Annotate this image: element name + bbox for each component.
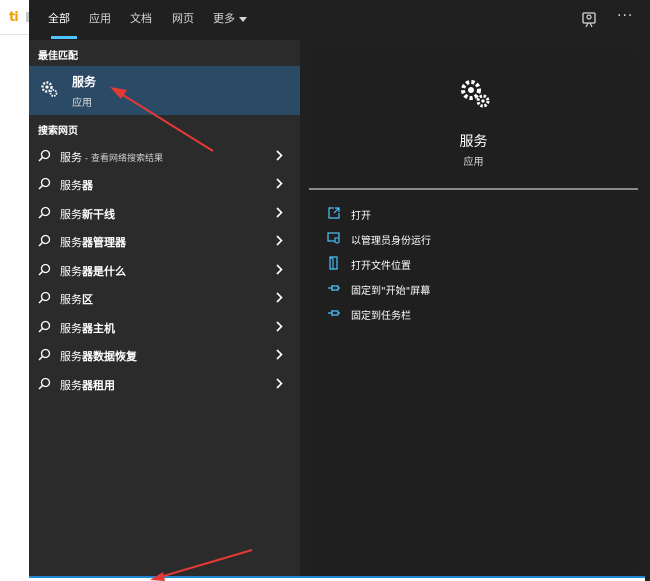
query-text: 服务 — [60, 179, 82, 192]
browser-logo: ti — [9, 10, 19, 25]
chevron-right-icon — [276, 235, 283, 246]
query-text: 服务 — [60, 236, 82, 249]
search-icon — [38, 149, 51, 162]
search-input[interactable] — [29, 576, 645, 581]
tab-apps[interactable]: 应用 — [89, 0, 111, 40]
more-options-button[interactable]: ··· — [617, 8, 633, 24]
web-search-item[interactable]: 服务新干线 — [29, 199, 300, 227]
web-search-item[interactable]: 服务区 — [29, 284, 300, 312]
query-text: 服务 — [60, 322, 82, 335]
web-search-item[interactable]: 服务器租用 — [29, 370, 300, 398]
suggestion-text: 器数据恢复 — [82, 350, 137, 363]
chevron-right-icon — [276, 378, 283, 389]
chevron-right-icon — [276, 150, 283, 161]
tab-documents[interactable]: 文档 — [130, 0, 152, 40]
detail-pane: 服务 应用 打开 以管理员身份运行 打开文件位置 固定到"开始"屏幕 固定到任务… — [309, 49, 638, 574]
query-text: 服务 — [60, 379, 82, 392]
query-text: 服务 — [60, 208, 82, 221]
web-search-item[interactable]: 服务器管理器 — [29, 227, 300, 255]
filter-tab-bar: 全部 应用 文档 网页 更多 ··· — [29, 0, 650, 40]
detail-title: 服务 — [459, 134, 488, 150]
search-icon — [38, 206, 51, 219]
best-match-item[interactable]: 服务 应用 — [29, 66, 300, 115]
search-icon — [38, 263, 51, 276]
query-text: 服务 — [60, 350, 82, 363]
folder-icon — [329, 256, 338, 270]
feedback-icon[interactable] — [579, 10, 599, 30]
search-icon — [38, 320, 51, 333]
query-text: 服务 — [60, 151, 82, 164]
results-pane: 最佳匹配 服务 应用 搜索网页 服务 - 查看网络搜索结果 服务器 服务新干线 — [29, 40, 300, 581]
tab-all[interactable]: 全部 — [48, 0, 70, 40]
search-icon — [38, 348, 51, 361]
suggestion-text: 器是什么 — [82, 265, 126, 278]
search-icon — [38, 377, 51, 390]
web-search-item[interactable]: 服务器数据恢复 — [29, 341, 300, 369]
web-search-item[interactable]: 服务器是什么 — [29, 256, 300, 284]
query-text: 服务 — [60, 293, 82, 306]
best-match-title: 服务 — [72, 75, 97, 89]
detail-subtitle: 应用 — [463, 157, 484, 168]
web-search-item[interactable]: 服务器 — [29, 170, 300, 198]
open-file-location-label: 打开文件位置 — [351, 261, 411, 272]
search-icon — [38, 234, 51, 247]
best-match-subtitle: 应用 — [72, 98, 92, 109]
chevron-right-icon — [276, 264, 283, 275]
pin-to-taskbar-label: 固定到任务栏 — [351, 311, 411, 322]
pin-icon — [328, 310, 340, 316]
web-search-item[interactable]: 服务 - 查看网络搜索结果 — [29, 142, 300, 170]
detail-divider — [309, 188, 638, 190]
background-browser: ti — [0, 0, 30, 581]
pin-to-start-label: 固定到"开始"屏幕 — [351, 286, 431, 297]
search-icon — [38, 177, 51, 190]
suggestion-hint: - 查看网络搜索结果 — [82, 154, 163, 164]
browser-divider — [0, 34, 30, 35]
chevron-right-icon — [276, 292, 283, 303]
query-text: 服务 — [60, 265, 82, 278]
active-tab-indicator — [51, 36, 77, 39]
chevron-right-icon — [276, 207, 283, 218]
suggestion-text: 器管理器 — [82, 236, 126, 249]
suggestion-text: 区 — [82, 293, 93, 306]
chevron-right-icon — [276, 349, 283, 360]
chevron-down-icon — [239, 17, 247, 22]
open-action-label: 打开 — [351, 211, 371, 222]
tab-web[interactable]: 网页 — [172, 0, 194, 40]
gear-icon — [41, 81, 58, 97]
run-as-admin-label: 以管理员身份运行 — [351, 236, 431, 247]
search-window: 全部 应用 文档 网页 更多 ··· 最佳匹配 服务 应用 搜索网页 服务 - … — [29, 0, 650, 581]
best-match-heading: 最佳匹配 — [38, 51, 78, 62]
suggestion-text: 器主机 — [82, 322, 115, 335]
shield-icon — [327, 232, 340, 244]
tab-more[interactable]: 更多 — [213, 0, 235, 40]
suggestion-text: 器租用 — [82, 379, 115, 392]
suggestion-text: 新干线 — [82, 208, 115, 221]
chevron-right-icon — [276, 321, 283, 332]
gear-icon — [461, 80, 490, 108]
web-search-heading: 搜索网页 — [38, 126, 78, 137]
pin-icon — [328, 285, 340, 291]
web-search-item[interactable]: 服务器主机 — [29, 313, 300, 341]
open-icon — [328, 207, 340, 219]
search-icon — [38, 291, 51, 304]
chevron-right-icon — [276, 178, 283, 189]
suggestion-text: 器 — [82, 179, 93, 192]
